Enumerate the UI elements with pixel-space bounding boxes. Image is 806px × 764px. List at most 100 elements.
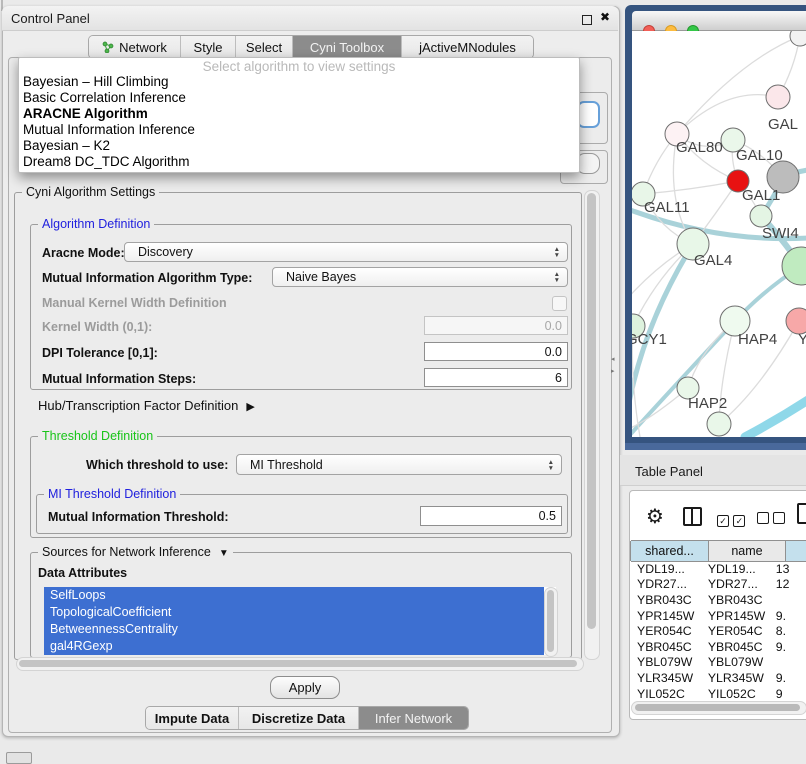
which-threshold-value: MI Threshold — [250, 458, 323, 472]
network-node-SWI4[interactable] — [750, 205, 772, 227]
tab-impute-data[interactable]: Impute Data — [146, 707, 239, 729]
network-canvas[interactable]: GALGAL80GAL10GAL1GAL11SWI4GAL4GCY1HAP4YH… — [632, 31, 806, 437]
split-view-icon[interactable] — [683, 507, 702, 526]
network-node-label: GAL4 — [694, 252, 732, 269]
algorithm-dropdown-item[interactable]: Bayesian – K2 — [19, 138, 579, 154]
algorithm-definition-title: Algorithm Definition — [38, 217, 154, 231]
cyni-algorithm-settings-title: Cyni Algorithm Settings — [22, 185, 159, 199]
table-row[interactable]: YBL079W YBL079W — [631, 655, 806, 671]
table-row[interactable]: YBR043C YBR043C — [631, 592, 806, 608]
table-panel-titlebar: Table Panel — [620, 455, 806, 486]
network-node-top-node[interactable] — [790, 31, 806, 46]
expand-right-icon: ▶ — [246, 400, 254, 413]
splitter-collapse-left-icon[interactable]: ◂ — [611, 355, 615, 363]
network-node-label: HAP4 — [738, 331, 777, 348]
algorithm-combo-fragment[interactable] — [577, 101, 600, 128]
dpi-tolerance-field[interactable]: 0.0 — [424, 342, 568, 361]
deselect-all-checkboxes-icon[interactable] — [757, 511, 785, 529]
cyni-bottom-tabbar: Impute Data Discretize Data Infer Networ… — [145, 706, 469, 730]
settings-horizontal-scrollbar[interactable] — [16, 657, 584, 671]
attribute-list-item[interactable]: SelfLoops — [44, 587, 544, 604]
apply-button[interactable]: Apply — [270, 676, 340, 699]
hub-definition-expander[interactable]: Hub/Transcription Factor Definition▶ — [38, 398, 255, 413]
table-rows: YDL19... YDL19... 13 YDR27... YDR27... 1… — [631, 561, 806, 701]
close-icon[interactable]: ✖ — [600, 10, 610, 24]
splitter-collapse-right-icon[interactable]: ▸ — [611, 367, 615, 375]
table-row[interactable]: YDR27... YDR27... 12 — [631, 577, 806, 593]
stepper-arrows-icon: ▲▼ — [554, 269, 560, 287]
column-header-name[interactable]: name — [708, 541, 786, 561]
mi-steps-label: Mutual Information Steps: — [42, 372, 196, 386]
algorithm-dropdown-item[interactable]: Bayesian – Hill Climbing — [19, 74, 579, 90]
tab-network[interactable]: Network — [89, 36, 181, 58]
tab-select-label: Select — [246, 40, 282, 55]
table-horizontal-scrollbar[interactable] — [631, 701, 806, 715]
table-row[interactable]: YIL052C YIL052C 9 — [631, 686, 806, 701]
aracne-mode-select[interactable]: Discovery ▲▼ — [124, 242, 568, 262]
mi-threshold-field[interactable]: 0.5 — [420, 506, 562, 526]
network-node-label: SWI4 — [762, 225, 799, 242]
network-node-label: HAP2 — [688, 395, 727, 412]
network-node-label: GAL80 — [676, 139, 723, 156]
network-node-bottom-node[interactable] — [707, 412, 731, 436]
mi-threshold-group-title: MI Threshold Definition — [44, 487, 180, 501]
scrollbar-thumb[interactable] — [635, 704, 800, 711]
network-node-label: Y — [798, 331, 806, 348]
network-node-big-green[interactable] — [782, 247, 806, 285]
tab-jactivemnodules[interactable]: jActiveMNodules — [402, 36, 533, 58]
mi-threshold-label: Mutual Information Threshold: — [48, 510, 229, 524]
which-threshold-select[interactable]: MI Threshold ▲▼ — [236, 454, 562, 475]
control-panel-title: Control Panel — [11, 11, 90, 26]
table-row[interactable]: YBR045C YBR045C 9. — [631, 639, 806, 655]
gear-icon[interactable]: ⚙ — [646, 504, 664, 529]
network-node-GAL2[interactable] — [766, 85, 790, 109]
scrollbar-thumb[interactable] — [547, 590, 554, 652]
tab-style[interactable]: Style — [181, 36, 236, 58]
mi-type-select[interactable]: Naive Bayes ▲▼ — [272, 267, 568, 287]
threshold-definition-title: Threshold Definition — [38, 429, 157, 443]
page-icon[interactable] — [797, 503, 806, 524]
float-window-icon[interactable] — [582, 15, 592, 25]
kernel-width-field[interactable]: 0.0 — [424, 316, 568, 335]
column-header-shared-name[interactable]: shared... — [630, 541, 709, 561]
network-icon — [102, 41, 114, 53]
clipped-corner-widget[interactable] — [6, 752, 32, 764]
table-row[interactable]: YLR345W YLR345W 9. — [631, 670, 806, 686]
tab-cyni-toolbox[interactable]: Cyni Toolbox — [293, 36, 402, 58]
column-header-partial[interactable] — [785, 541, 806, 561]
aracne-mode-label: Aracne Mode: — [42, 246, 125, 260]
algorithm-dropdown-item[interactable]: Basic Correlation Inference — [19, 90, 579, 106]
attribute-list-item[interactable]: BetweennessCentrality — [44, 621, 544, 638]
kernel-width-label: Kernel Width (0,1): — [42, 320, 152, 334]
attribute-list-scrollbar[interactable] — [544, 587, 558, 657]
tab-infer-network[interactable]: Infer Network — [359, 707, 468, 729]
table-row[interactable]: YDL19... YDL19... 13 — [631, 561, 806, 577]
which-threshold-label: Which threshold to use: — [86, 458, 228, 472]
attribute-list-item[interactable]: gal4RGexp — [44, 638, 544, 655]
tab-select[interactable]: Select — [236, 36, 293, 58]
algorithm-dropdown-popup: Select algorithm to view settings Bayesi… — [18, 57, 580, 173]
table-row[interactable]: YER054C YER054C 8. — [631, 623, 806, 639]
network-window-titlebar[interactable] — [632, 11, 806, 31]
scrollbar-thumb[interactable] — [587, 193, 596, 629]
sources-title-label: Sources for Network Inference — [42, 545, 211, 559]
mi-steps-value: 6 — [555, 371, 562, 385]
dpi-tolerance-value: 0.0 — [545, 345, 562, 359]
algorithm-dropdown-item[interactable]: Mutual Information Inference — [19, 122, 579, 138]
algorithm-dropdown-item[interactable]: ARACNE Algorithm — [19, 106, 579, 122]
sources-group-title[interactable]: Sources for Network Inference ▼ — [38, 545, 233, 559]
table-row[interactable]: YPR145W YPR145W 9. — [631, 608, 806, 624]
scrollbar-thumb[interactable] — [19, 660, 577, 667]
settings-vertical-scrollbar[interactable] — [584, 190, 600, 660]
tab-style-label: Style — [194, 40, 223, 55]
mi-steps-field[interactable]: 6 — [424, 368, 568, 387]
select-all-checkboxes-icon[interactable]: ✓ ✓ — [717, 511, 745, 529]
network-window-bottom-frame — [625, 443, 806, 450]
algorithm-dropdown-placeholder: Select algorithm to view settings — [19, 59, 579, 74]
collapse-down-icon: ▼ — [219, 548, 229, 559]
manual-kernel-checkbox[interactable] — [552, 296, 567, 311]
algorithm-dropdown-item[interactable]: Dream8 DC_TDC Algorithm — [19, 154, 579, 170]
attribute-list-item[interactable]: TopologicalCoefficient — [44, 604, 544, 621]
tab-discretize-data[interactable]: Discretize Data — [239, 707, 359, 729]
control-panel-titlebar: Control Panel ✖ — [2, 6, 618, 31]
